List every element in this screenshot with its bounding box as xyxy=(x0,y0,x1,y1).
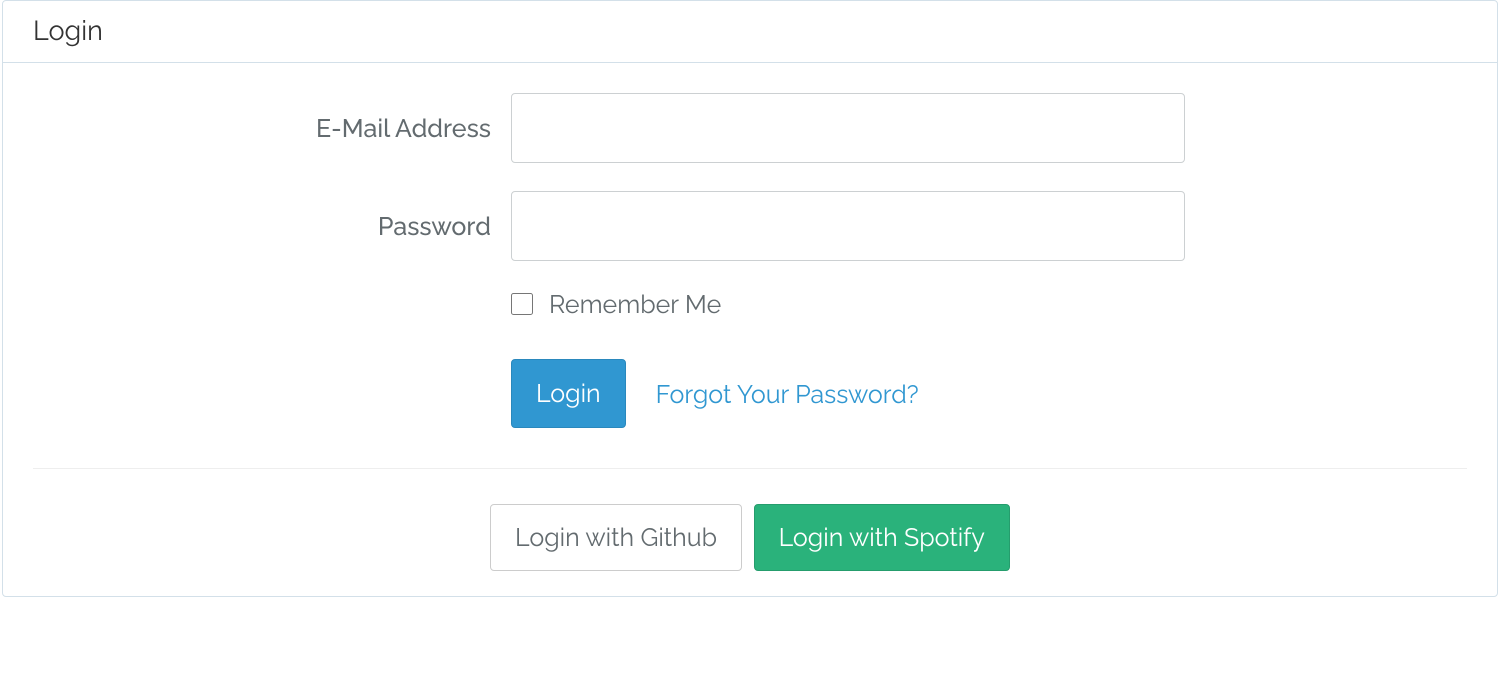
password-label: Password xyxy=(33,211,511,241)
email-input[interactable] xyxy=(511,93,1185,163)
login-github-button[interactable]: Login with Github xyxy=(490,504,742,571)
remember-label[interactable]: Remember Me xyxy=(549,289,721,319)
remember-row: Remember Me xyxy=(511,289,1371,319)
email-group: E-Mail Address xyxy=(33,93,1467,163)
password-group: Password xyxy=(33,191,1467,261)
remember-checkbox[interactable] xyxy=(511,293,533,315)
login-panel: Login E-Mail Address Password Remember M… xyxy=(2,0,1498,597)
password-input[interactable] xyxy=(511,191,1185,261)
divider xyxy=(33,468,1467,469)
forgot-password-link[interactable]: Forgot Your Password? xyxy=(656,379,919,409)
email-label: E-Mail Address xyxy=(33,113,511,143)
login-button[interactable]: Login xyxy=(511,359,626,428)
panel-body: E-Mail Address Password Remember Me Logi… xyxy=(3,63,1497,596)
panel-title: Login xyxy=(3,1,1497,63)
password-input-col xyxy=(511,191,1185,261)
email-input-col xyxy=(511,93,1185,163)
login-spotify-button[interactable]: Login with Spotify xyxy=(754,504,1010,571)
action-row: Login Forgot Your Password? xyxy=(511,359,1371,428)
social-login-row: Login with Github Login with Spotify xyxy=(33,504,1467,571)
